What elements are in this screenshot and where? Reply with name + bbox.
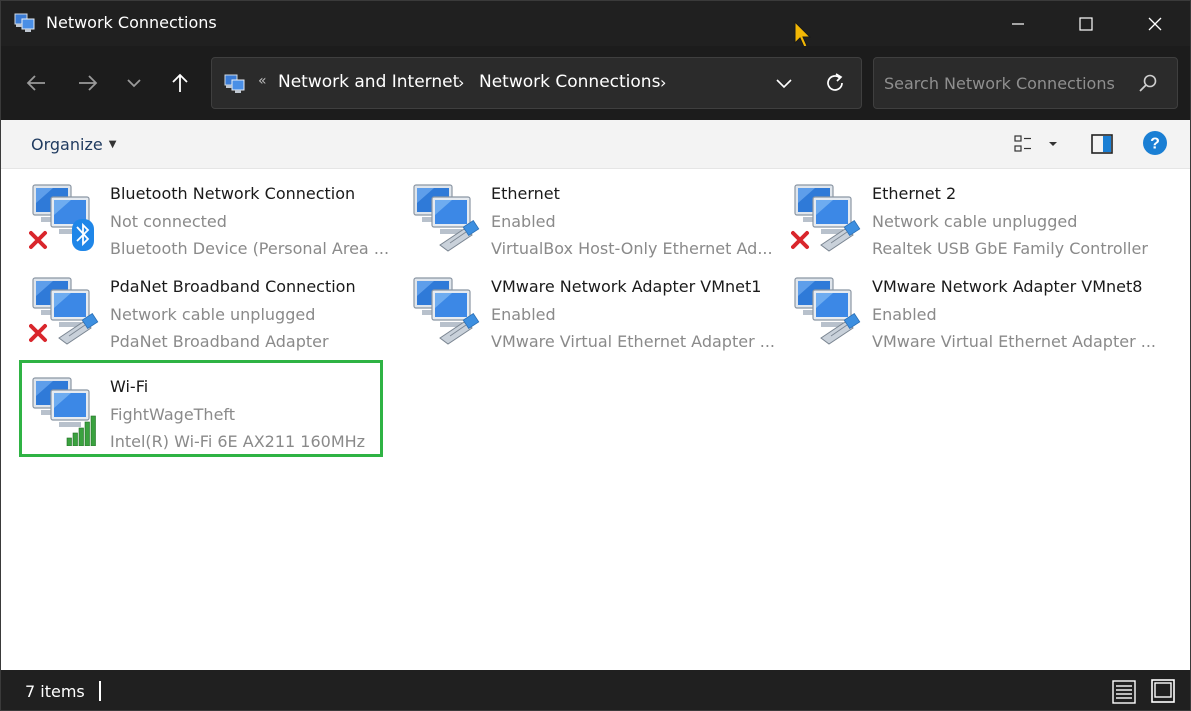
- forward-button[interactable]: [73, 68, 103, 98]
- search-input[interactable]: [884, 70, 1124, 96]
- connection-device: Intel(R) Wi-Fi 6E AX211 160MHz: [110, 432, 366, 451]
- connection-name: Ethernet: [491, 184, 560, 203]
- connection-name: VMware Network Adapter VMnet8: [872, 277, 1143, 296]
- connection-name: Wi-Fi: [110, 377, 149, 396]
- network-adapter-icon: [413, 184, 480, 252]
- connection-device: Bluetooth Device (Personal Area ...: [110, 239, 390, 258]
- mouse-pointer-icon: [794, 21, 812, 48]
- network-adapter-icon: [791, 184, 861, 252]
- minimize-button[interactable]: [987, 1, 1049, 46]
- connections-list: Bluetooth Network Connection Not connecte…: [1, 169, 1190, 670]
- arrow-left-icon: [26, 75, 45, 91]
- network-adapter-icon: [29, 184, 94, 251]
- connection-name: VMware Network Adapter VMnet1: [491, 277, 762, 296]
- details-view-icon[interactable]: [1111, 679, 1137, 705]
- breadcrumb-network-and-internet[interactable]: Network and Internet: [278, 72, 459, 92]
- connection-name: PdaNet Broadband Connection: [110, 277, 356, 296]
- connection-device: PdaNet Broadband Adapter: [110, 332, 329, 351]
- connection-status: Not connected: [110, 212, 227, 231]
- connection-item[interactable]: VMware Network Adapter VMnet8 Enabled VMwa…: [783, 262, 1156, 355]
- search-box[interactable]: [873, 57, 1178, 109]
- network-connections-app-icon: [14, 13, 35, 32]
- network-adapter-icon: [413, 277, 480, 345]
- connection-name: Ethernet 2: [872, 184, 957, 203]
- connection-item[interactable]: VMware Network Adapter VMnet1 Enabled VMwa…: [402, 262, 775, 355]
- connection-item[interactable]: PdaNet Broadband Connection Network cable…: [21, 262, 381, 355]
- change-view-icon[interactable]: [1013, 132, 1061, 158]
- address-bar[interactable]: « Network and Internet › Network Connect…: [211, 57, 862, 109]
- refresh-icon[interactable]: [822, 70, 848, 96]
- explorer-window: Network Connections « Network and Intern…: [0, 0, 1191, 711]
- command-bar: Organize ▼ ?: [1, 120, 1190, 169]
- connection-status: Enabled: [491, 305, 556, 324]
- connection-device: VMware Virtual Ethernet Adapter ...: [872, 332, 1156, 351]
- close-icon: [1148, 17, 1162, 30]
- up-button[interactable]: [165, 68, 195, 98]
- caret-down-icon: ▼: [108, 139, 117, 150]
- connection-device: VMware Virtual Ethernet Adapter ...: [491, 332, 775, 351]
- network-connections-icon: [224, 74, 245, 93]
- back-button[interactable]: [21, 68, 51, 98]
- connection-status: FightWageTheft: [110, 405, 236, 424]
- close-button[interactable]: [1124, 1, 1186, 46]
- preview-pane-icon[interactable]: [1090, 132, 1114, 156]
- connection-device: Realtek USB GbE Family Controller: [872, 239, 1148, 258]
- arrow-up-icon: [172, 73, 188, 92]
- connection-status: Network cable unplugged: [110, 305, 316, 324]
- arrow-right-icon: [79, 75, 98, 91]
- address-dropdown-icon[interactable]: [772, 71, 796, 95]
- large-icons-view-icon[interactable]: [1150, 678, 1176, 704]
- breadcrumb-network-connections[interactable]: Network Connections: [479, 72, 660, 92]
- maximize-button[interactable]: [1055, 1, 1117, 46]
- breadcrumb-separator-icon[interactable]: ›: [458, 73, 464, 92]
- chevron-down-icon: [127, 79, 141, 88]
- recent-locations-button[interactable]: [119, 68, 149, 98]
- network-adapter-icon: [29, 277, 99, 345]
- window-title: Network Connections: [46, 13, 217, 32]
- breadcrumb-separator-icon[interactable]: ›: [660, 73, 666, 92]
- connection-item[interactable]: Ethernet Enabled VirtualBox Host-Only Ethe…: [402, 169, 773, 262]
- connection-status: Network cable unplugged: [872, 212, 1078, 231]
- connection-device: VirtualBox Host-Only Ethernet Ad...: [491, 239, 773, 258]
- organize-label: Organize: [31, 135, 103, 154]
- help-icon[interactable]: ?: [1142, 130, 1168, 156]
- item-count: 7 items: [25, 682, 85, 701]
- status-bar: 7 items: [1, 670, 1190, 710]
- connection-status: Enabled: [872, 305, 937, 324]
- maximize-icon: [1079, 16, 1093, 31]
- search-icon[interactable]: [1138, 73, 1158, 93]
- organize-button[interactable]: Organize ▼: [31, 135, 116, 154]
- connection-item[interactable]: Bluetooth Network Connection Not connecte…: [21, 169, 389, 262]
- network-adapter-icon: [32, 377, 96, 446]
- connection-item[interactable]: Wi-Fi FightWageTheft Intel(R) Wi-Fi 6E AX2…: [19, 360, 383, 457]
- connection-status: Enabled: [491, 212, 556, 231]
- connection-item[interactable]: Ethernet 2 Network cable unplugged Realtek…: [783, 169, 1148, 262]
- overflow-chevron-icon[interactable]: «: [258, 73, 267, 89]
- minimize-icon: [1012, 22, 1024, 25]
- text-cursor: [99, 681, 101, 701]
- svg-text:?: ?: [1150, 136, 1160, 153]
- network-adapter-icon: [794, 277, 861, 345]
- title-bar[interactable]: Network Connections: [1, 1, 1190, 46]
- navigation-bar: « Network and Internet › Network Connect…: [1, 46, 1190, 120]
- connection-name: Bluetooth Network Connection: [110, 184, 356, 203]
